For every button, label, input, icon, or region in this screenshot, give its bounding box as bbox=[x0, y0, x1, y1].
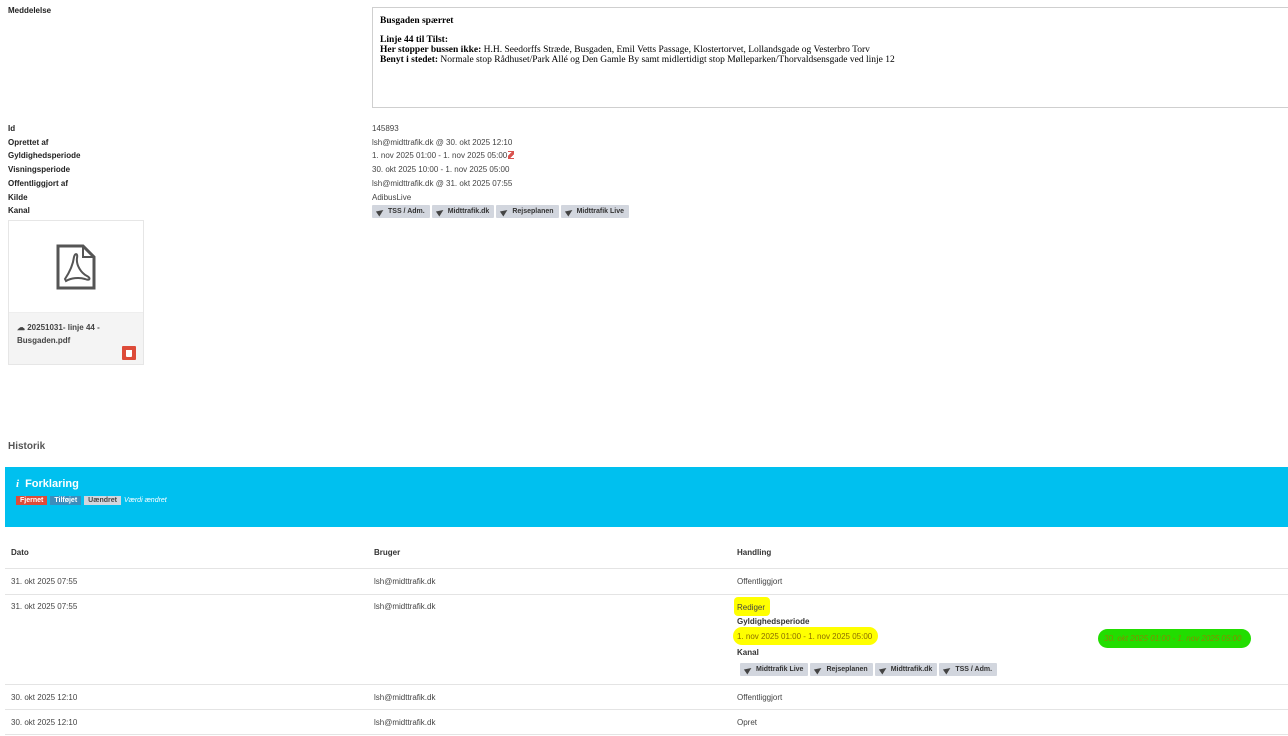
column-header-action[interactable]: Handling bbox=[737, 548, 771, 557]
new-value: 1. nov 2025 01:00 - 1. nov 2025 05:00 bbox=[733, 627, 879, 645]
legend-box: i Forklaring Fjernet Tilføjet Uændret Væ… bbox=[5, 467, 1288, 527]
row-divider bbox=[5, 684, 1288, 685]
row-date: 30. okt 2025 12:10 bbox=[11, 693, 78, 702]
send-icon bbox=[743, 665, 754, 674]
message-instead-text: Normale stop Rådhuset/Park Allé og Den G… bbox=[438, 55, 895, 65]
attachment-filename: 20251031- linje 44 - Busgaden.pdf bbox=[17, 323, 100, 345]
channel-badge: Rejseplanen bbox=[810, 663, 873, 676]
row-date: 31. okt 2025 07:55 bbox=[11, 602, 78, 611]
info-icon: i bbox=[16, 478, 20, 490]
row-divider bbox=[5, 709, 1288, 710]
row-action: Opret bbox=[737, 718, 758, 727]
created-label: Oprettet af bbox=[8, 138, 49, 147]
row-divider bbox=[5, 594, 1288, 595]
legend-header: i Forklaring bbox=[16, 478, 1284, 490]
channel-badge-label: Midttrafik.dk bbox=[890, 666, 933, 673]
source-label: Kilde bbox=[8, 193, 28, 202]
message-stop-line: Her stopper bussen ikke: H.H. Seedorffs … bbox=[380, 45, 1288, 55]
validity-value-row: 1. nov 2025 01:00 - 1. nov 2025 05:00 bbox=[372, 151, 515, 160]
trash-icon[interactable] bbox=[122, 346, 136, 360]
hourglass-icon bbox=[508, 151, 515, 159]
legend-unchanged: Uændret bbox=[84, 496, 121, 505]
legend-changed: Værdi ændret bbox=[123, 497, 167, 504]
send-icon bbox=[878, 665, 888, 674]
legend-title: Forklaring bbox=[25, 478, 79, 490]
id-label: Id bbox=[8, 124, 16, 133]
source-value: AdibusLive bbox=[372, 193, 412, 202]
message-box: Busgaden spærret Linje 44 til Tilst: Her… bbox=[372, 7, 1288, 108]
history-channel-list: Midttrafik Live Rejseplanen Midttrafik.d… bbox=[740, 663, 999, 676]
row-user: lsh@midttrafik.dk bbox=[374, 602, 436, 611]
channel-badge-label: TSS / Adm. bbox=[388, 208, 425, 215]
send-icon bbox=[375, 207, 386, 216]
legend-removed: Fjernet bbox=[16, 496, 48, 505]
channel-badge-label: Rejseplanen bbox=[826, 666, 868, 673]
id-value: 145893 bbox=[372, 124, 399, 133]
send-icon bbox=[814, 665, 824, 674]
legend-labels: Fjernet Tilføjet Uændret Værdi ændret bbox=[16, 496, 1284, 505]
row-date: 31. okt 2025 07:55 bbox=[11, 577, 78, 586]
message-stop-text: H.H. Seedorffs Stræde, Busgaden, Emil Ve… bbox=[481, 45, 870, 55]
attachment-preview[interactable] bbox=[9, 221, 143, 313]
channel-badge: Midttrafik Live bbox=[740, 663, 809, 676]
row-user: lsh@midttrafik.dk bbox=[374, 693, 436, 702]
cloud-download-icon: ☁ bbox=[17, 323, 25, 332]
legend-added: Tilføjet bbox=[50, 496, 82, 505]
message-label: Meddelelse bbox=[8, 6, 52, 15]
pdf-icon bbox=[56, 244, 96, 289]
message-instead-label: Benyt i stedet: bbox=[380, 55, 439, 65]
channel-badge: Midttrafik.dk bbox=[431, 205, 495, 218]
channel-badge-label: Midttrafik.dk bbox=[447, 208, 490, 215]
channel-badge: Rejseplanen bbox=[496, 205, 559, 218]
row-user: lsh@midttrafik.dk bbox=[374, 577, 436, 586]
send-icon bbox=[943, 665, 953, 674]
message-line-title: Linje 44 til Tilst: bbox=[380, 35, 449, 45]
header-divider bbox=[5, 568, 1288, 569]
row-action: Offentliggjort bbox=[737, 577, 783, 586]
row-date: 30. okt 2025 12:10 bbox=[11, 718, 78, 727]
message-instead-line: Benyt i stedet: Normale stop Rådhuset/Pa… bbox=[380, 55, 1288, 65]
row-action: Rediger bbox=[734, 597, 771, 616]
changed-field-channel: Kanal bbox=[737, 648, 759, 657]
validity-value: 1. nov 2025 01:00 - 1. nov 2025 05:00 bbox=[372, 151, 508, 160]
validity-label: Gyldighedsperiode bbox=[8, 151, 81, 160]
row-user: lsh@midttrafik.dk bbox=[374, 718, 436, 727]
display-period-label: Visningsperiode bbox=[8, 165, 71, 174]
channel-label: Kanal bbox=[8, 206, 30, 215]
attachment-download-link[interactable]: ☁ 20251031- linje 44 - Busgaden.pdf bbox=[17, 321, 135, 347]
channel-badge: TSS / Adm. bbox=[372, 205, 430, 218]
channel-list: TSS / Adm. Midttrafik.dk Rejseplanen Mid… bbox=[372, 205, 631, 218]
channel-badge-label: Midttrafik Live bbox=[576, 208, 625, 215]
message-stop-label: Her stopper bussen ikke: bbox=[380, 45, 482, 55]
attachment-card: ☁ 20251031- linje 44 - Busgaden.pdf bbox=[8, 220, 144, 365]
channel-badge: TSS / Adm. bbox=[939, 663, 998, 676]
old-value: 30. okt 2025 01:00 - 1. nov 2025 05:00 bbox=[1098, 629, 1252, 648]
channel-badge-label: Midttrafik Live bbox=[756, 666, 804, 673]
row-divider bbox=[5, 734, 1288, 735]
row-action: Offentliggjort bbox=[737, 693, 783, 702]
published-value: lsh@midttrafik.dk @ 31. okt 2025 07:55 bbox=[372, 179, 513, 188]
column-header-user[interactable]: Bruger bbox=[374, 548, 400, 557]
channel-badge-label: TSS / Adm. bbox=[955, 666, 993, 673]
history-title: Historik bbox=[8, 441, 46, 452]
send-icon bbox=[564, 207, 574, 216]
changed-field-validity: Gyldighedsperiode bbox=[737, 617, 810, 626]
send-icon bbox=[500, 207, 510, 216]
column-header-date[interactable]: Dato bbox=[11, 548, 29, 557]
published-label: Offentliggjort af bbox=[8, 179, 68, 188]
message-title: Busgaden spærret bbox=[380, 16, 454, 26]
channel-badge-label: Rejseplanen bbox=[512, 208, 554, 215]
created-value: lsh@midttrafik.dk @ 30. okt 2025 12:10 bbox=[372, 138, 513, 147]
display-period-value: 30. okt 2025 10:00 - 1. nov 2025 05:00 bbox=[372, 165, 510, 174]
channel-badge: Midttrafik.dk bbox=[874, 663, 938, 676]
send-icon bbox=[435, 207, 445, 216]
channel-badge: Midttrafik Live bbox=[560, 205, 630, 218]
